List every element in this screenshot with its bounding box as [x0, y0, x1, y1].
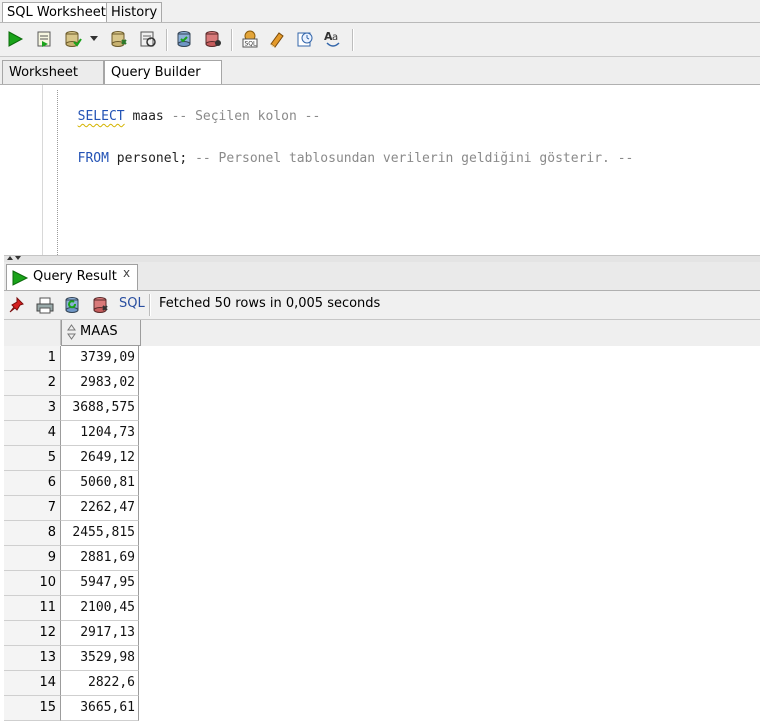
svg-text:a: a — [332, 32, 338, 43]
code-line-2[interactable]: FROM personel; -- Personel tablosundan v… — [62, 135, 634, 167]
print-icon[interactable] — [34, 294, 56, 316]
row-number[interactable]: 3 — [4, 396, 61, 421]
toolbar-separator — [166, 29, 168, 51]
cell-maas[interactable]: 3665,61 — [61, 696, 139, 721]
sql-link[interactable]: SQL — [119, 296, 145, 311]
export-icon[interactable] — [90, 294, 112, 316]
toolbar-separator — [149, 294, 151, 316]
splitter-arrows-icon[interactable] — [6, 255, 22, 261]
cell-maas[interactable]: 2262,47 — [61, 496, 139, 521]
cell-maas[interactable]: 2917,13 — [61, 621, 139, 646]
grid-header: MAAS — [4, 320, 760, 346]
cell-maas[interactable]: 2822,6 — [61, 671, 139, 696]
comment-text: -- Personel tablosundan verilerin geldiğ… — [195, 151, 634, 166]
cell-maas[interactable]: 5947,95 — [61, 571, 139, 596]
fold-guide — [57, 90, 58, 255]
sort-icon[interactable] — [67, 324, 76, 340]
table-row[interactable]: 4 1204,73 — [4, 421, 140, 446]
tab-query-result-label: Query Result — [33, 269, 117, 284]
sql-tuning-icon[interactable] — [202, 28, 224, 50]
table-row[interactable]: 13 3529,98 — [4, 646, 140, 671]
table-row[interactable]: 7 2262,47 — [4, 496, 140, 521]
row-number[interactable]: 11 — [4, 596, 61, 621]
refresh-icon[interactable] — [62, 294, 84, 316]
row-number[interactable]: 2 — [4, 371, 61, 396]
cell-maas[interactable]: 2100,45 — [61, 596, 139, 621]
keyword-from: FROM — [77, 151, 109, 166]
cell-maas[interactable]: 3688,575 — [61, 396, 139, 421]
row-number[interactable]: 6 — [4, 471, 61, 496]
result-toolbar: SQL Fetched 50 rows in 0,005 seconds — [4, 291, 760, 320]
result-tab-strip: Query Result x — [4, 262, 760, 291]
code-line-1[interactable]: SELECT maas -- Seçilen kolon -- — [62, 93, 321, 125]
commit-icon[interactable] — [62, 28, 84, 50]
table-row[interactable]: 10 5947,95 — [4, 571, 140, 596]
row-number[interactable]: 8 — [4, 521, 61, 546]
results-grid[interactable]: MAAS 1 3739,09 2 2983,02 3 3688,575 4 1204,73 5 2… — [4, 320, 760, 721]
worksheet-toolbar: SQL Aa — [0, 23, 760, 57]
table-row[interactable]: 14 2822,6 — [4, 671, 140, 696]
status-text: Fetched 50 rows in 0,005 seconds — [159, 296, 381, 311]
sql-history-icon[interactable]: SQL — [239, 28, 261, 50]
column-header-maas[interactable]: MAAS — [61, 320, 141, 346]
row-number[interactable]: 7 — [4, 496, 61, 521]
table-row[interactable]: 11 2100,45 — [4, 596, 140, 621]
tab-query-builder[interactable]: Query Builder — [104, 60, 222, 84]
row-number[interactable]: 14 — [4, 671, 61, 696]
top-tab-strip: SQL Worksheet History — [0, 0, 760, 23]
cell-maas[interactable]: 2983,02 — [61, 371, 139, 396]
row-number[interactable]: 4 — [4, 421, 61, 446]
table-row[interactable]: 15 3665,61 — [4, 696, 140, 721]
clear-icon[interactable] — [266, 28, 288, 50]
table-row[interactable]: 6 5060,81 — [4, 471, 140, 496]
cell-maas[interactable]: 2881,69 — [61, 546, 139, 571]
run-statement-icon[interactable] — [4, 28, 26, 50]
tab-query-result[interactable]: Query Result x — [6, 264, 138, 290]
table-row[interactable]: 12 2917,13 — [4, 621, 140, 646]
table-row[interactable]: 1 3739,09 — [4, 346, 140, 371]
table-row[interactable]: 8 2455,815 — [4, 521, 140, 546]
cell-maas[interactable]: 1204,73 — [61, 421, 139, 446]
table-row[interactable]: 5 2649,12 — [4, 446, 140, 471]
run-query-icon — [12, 270, 29, 286]
toolbar-separator — [352, 29, 354, 51]
dropdown-arrow-icon[interactable] — [87, 28, 101, 50]
tab-sql-worksheet[interactable]: SQL Worksheet — [2, 2, 111, 22]
toolbar-separator — [231, 29, 233, 51]
cell-maas[interactable]: 5060,81 — [61, 471, 139, 496]
autotrace-icon[interactable] — [137, 28, 159, 50]
identifier-personel: personel; — [108, 151, 196, 166]
table-row[interactable]: 3 3688,575 — [4, 396, 140, 421]
table-row[interactable]: 9 2881,69 — [4, 546, 140, 571]
cell-maas[interactable]: 3529,98 — [61, 646, 139, 671]
grid-corner — [4, 320, 61, 345]
row-number[interactable]: 13 — [4, 646, 61, 671]
row-number[interactable]: 1 — [4, 346, 61, 371]
svg-text:SQL: SQL — [245, 41, 258, 48]
row-number[interactable]: 12 — [4, 621, 61, 646]
rollback-icon[interactable] — [108, 28, 130, 50]
cell-maas[interactable]: 3739,09 — [61, 346, 139, 371]
format-case-icon[interactable]: Aa — [322, 28, 344, 50]
row-number[interactable]: 5 — [4, 446, 61, 471]
column-header-label: MAAS — [80, 324, 118, 339]
run-script-icon[interactable] — [33, 28, 55, 50]
row-number[interactable]: 10 — [4, 571, 61, 596]
tab-worksheet[interactable]: Worksheet — [2, 60, 104, 84]
comment-text: -- Seçilen kolon -- — [171, 109, 321, 124]
explain-plan-icon[interactable] — [173, 28, 195, 50]
editor-gutter — [4, 85, 43, 255]
table-row[interactable]: 2 2983,02 — [4, 371, 140, 396]
tab-history[interactable]: History — [106, 2, 163, 22]
row-number[interactable]: 15 — [4, 696, 61, 721]
keyword-select: SELECT — [77, 109, 125, 124]
unshared-worksheet-icon[interactable] — [294, 28, 316, 50]
editor-tab-strip: Worksheet Query Builder — [0, 57, 760, 85]
freeze-pin-icon[interactable] — [6, 294, 28, 316]
row-number[interactable]: 9 — [4, 546, 61, 571]
identifier-maas: maas — [124, 109, 172, 124]
close-tab-icon[interactable]: x — [123, 266, 130, 280]
cell-maas[interactable]: 2455,815 — [61, 521, 139, 546]
cell-maas[interactable]: 2649,12 — [61, 446, 139, 471]
